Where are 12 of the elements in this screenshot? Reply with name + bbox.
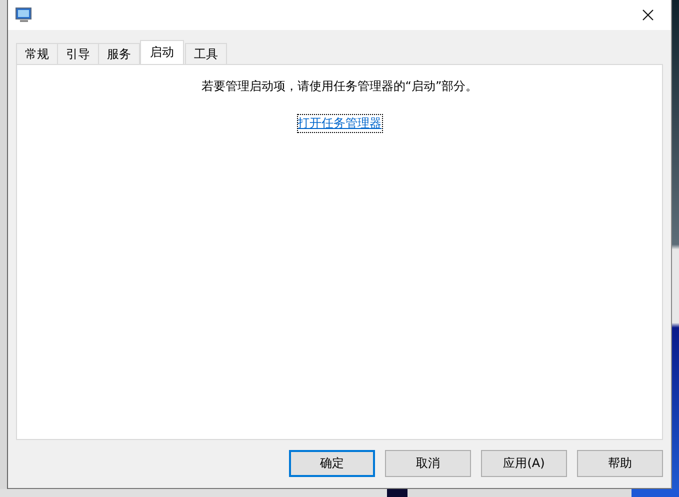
dialog-button[interactable]: 确定 xyxy=(289,450,375,477)
instruction-text: 若要管理启动项，请使用任务管理器的“启动”部分。 xyxy=(201,78,478,95)
close-icon xyxy=(642,9,654,21)
tab[interactable]: 启动 xyxy=(140,40,184,64)
tab[interactable]: 服务 xyxy=(98,43,140,64)
dialog-button[interactable]: 取消 xyxy=(385,450,471,477)
task-manager-link[interactable]: 打开任务管理器 xyxy=(298,115,382,132)
dialog-button[interactable]: 应用(A) xyxy=(481,450,567,477)
tab[interactable]: 工具 xyxy=(185,43,227,64)
monitor-icon xyxy=(15,6,33,24)
dialog-button[interactable]: 帮助 xyxy=(577,450,663,477)
tab[interactable]: 常规 xyxy=(16,43,58,64)
